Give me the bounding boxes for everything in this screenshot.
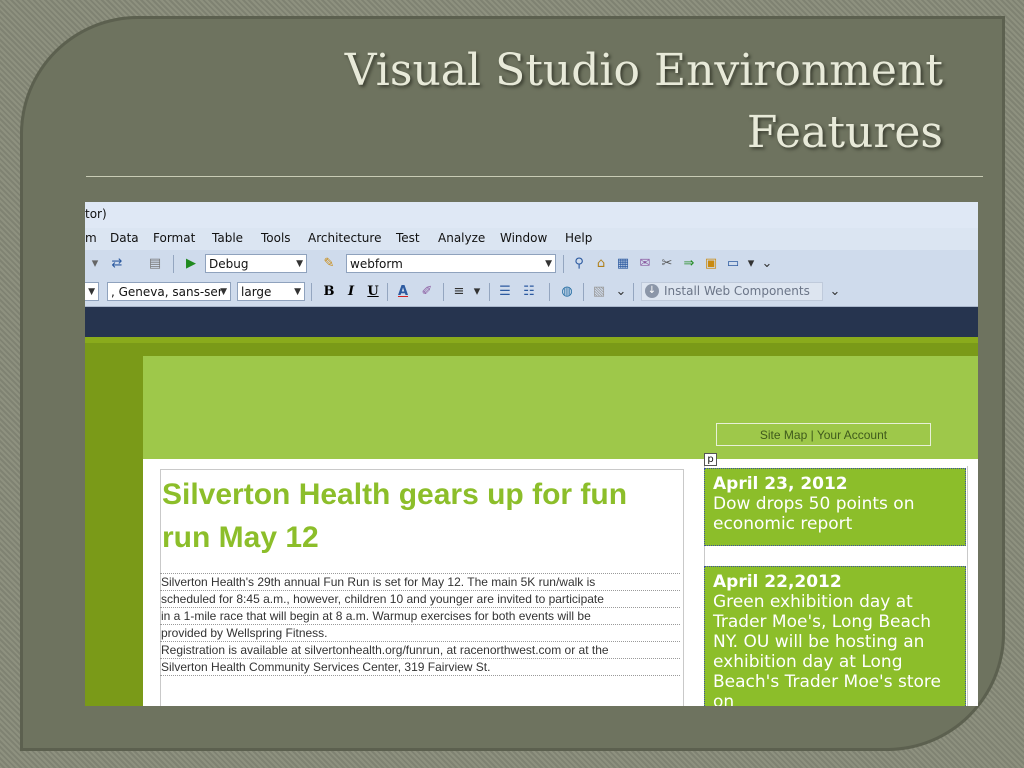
- command-window-icon[interactable]: ▭: [725, 256, 741, 272]
- menu-item-analyze[interactable]: Analyze: [438, 231, 485, 245]
- menu-item-tools[interactable]: Tools: [261, 231, 291, 245]
- overflow-icon[interactable]: ⌄: [613, 284, 629, 300]
- article-body-line: in a 1-mile race that will begin at 8 a.…: [160, 607, 680, 625]
- menu-item-architecture[interactable]: Architecture: [308, 231, 381, 245]
- standard-toolbar: ▾ ⇄ ▤ ▶ Debug ▼ ✎ webform ▼ ⚲ ⌂ ▦ ✉ ✂ ⇒ …: [85, 250, 978, 278]
- page-top-strip: [85, 337, 978, 343]
- toolbar-separator: [443, 283, 444, 301]
- chevron-down-icon: ▼: [294, 287, 301, 297]
- navigate-icon[interactable]: ⇄: [109, 256, 125, 272]
- paragraph-tag-marker[interactable]: p: [704, 453, 717, 466]
- start-debug-icon[interactable]: ▶: [183, 256, 199, 272]
- visual-studio-screenshot: tor) m Data Format Table Tools Architect…: [85, 202, 978, 706]
- font-size-select[interactable]: large ▼: [237, 282, 305, 301]
- team-explorer-icon[interactable]: ⇒: [681, 256, 697, 272]
- project-select[interactable]: webform ▼: [346, 254, 556, 273]
- toolbar-separator: [311, 283, 312, 301]
- news-date: April 22,2012: [713, 572, 842, 592]
- font-family-select[interactable]: , Geneva, sans-ser ▼: [107, 282, 231, 301]
- news-item[interactable]: April 22,2012 Green exhibition day at Tr…: [704, 566, 966, 706]
- menu-item-format[interactable]: Format: [153, 231, 195, 245]
- menu-item-help[interactable]: Help: [565, 231, 592, 245]
- document-tab-bar: [85, 307, 978, 337]
- font-color-icon[interactable]: A: [395, 284, 411, 300]
- article-body-line: provided by Wellspring Fitness.: [160, 624, 680, 642]
- italic-button[interactable]: I: [343, 284, 359, 300]
- server-explorer-icon[interactable]: ▣: [703, 256, 719, 272]
- news-text: Dow drops 50 points on economic report: [713, 494, 915, 534]
- install-web-components-button[interactable]: ↓ Install Web Components: [641, 282, 823, 301]
- slide-panel: Visual Studio Environment Features tor) …: [20, 16, 1005, 751]
- chevron-down-icon: ▼: [220, 287, 227, 297]
- toolbar-separator: [583, 283, 584, 301]
- object-browser-icon[interactable]: ▦: [615, 256, 631, 272]
- article-headline: Silverton Health gears up for fun run Ma…: [162, 478, 628, 554]
- justify-icon[interactable]: ≡: [451, 284, 467, 300]
- folder-icon[interactable]: ✎: [321, 256, 337, 272]
- article-body: Silverton Health's 29th annual Fun Run i…: [160, 573, 680, 676]
- toolbar-separator: [563, 255, 564, 273]
- menu-item-test[interactable]: Test: [396, 231, 420, 245]
- underline-button[interactable]: U: [365, 284, 381, 300]
- slide-title: Visual Studio Environment Features: [143, 40, 943, 164]
- font-size-value: large: [241, 285, 272, 299]
- article-body-line: scheduled for 8:45 a.m., however, childr…: [160, 590, 680, 608]
- overflow-icon[interactable]: ⌄: [827, 284, 843, 300]
- solution-config-select[interactable]: Debug ▼: [205, 254, 307, 273]
- install-web-components-label: Install Web Components: [664, 284, 810, 298]
- chevron-down-icon: ▼: [545, 259, 552, 269]
- article-body-line: Registration is available at silvertonhe…: [160, 641, 680, 659]
- block-format-select[interactable]: ▼: [85, 282, 99, 301]
- news-text: Green exhibition day at Trader Moe's, Lo…: [713, 592, 941, 706]
- menu-item-table[interactable]: Table: [212, 231, 243, 245]
- title-divider: [86, 176, 983, 177]
- menu-item-window[interactable]: Window: [500, 231, 547, 245]
- menu-bar: m Data Format Table Tools Architecture T…: [85, 228, 978, 250]
- menu-item-data[interactable]: Data: [110, 231, 139, 245]
- tools-icon[interactable]: ✂: [659, 256, 675, 272]
- formatting-toolbar: ▼ , Geneva, sans-ser ▼ large ▼ B I U A ✐…: [85, 278, 978, 307]
- dropdown-arrow-icon[interactable]: ▾: [469, 284, 485, 300]
- solution-config-value: Debug: [209, 257, 249, 271]
- chevron-down-icon: ▼: [296, 259, 303, 269]
- article-body-line: Silverton Health's 29th annual Fun Run i…: [160, 573, 680, 591]
- article-body-line: Silverton Health Community Services Cent…: [160, 658, 680, 676]
- chevron-down-icon: ▼: [88, 287, 95, 297]
- toolbar-separator: [489, 283, 490, 301]
- overflow-icon[interactable]: ⌄: [759, 256, 775, 272]
- dropdown-arrow-icon[interactable]: ▾: [743, 256, 759, 272]
- properties-icon[interactable]: ⌂: [593, 256, 609, 272]
- bulleted-list-icon[interactable]: ☰: [497, 284, 513, 300]
- dropdown-arrow-icon[interactable]: ▾: [87, 256, 103, 272]
- window-title: tor): [85, 207, 107, 221]
- toolbar-separator: [549, 283, 550, 301]
- slide-title-line1: Visual Studio Environment: [344, 45, 943, 96]
- copy-icon[interactable]: ▤: [147, 256, 163, 272]
- window-titlebar: tor): [85, 202, 978, 228]
- download-icon: ↓: [645, 284, 659, 298]
- slide-title-line2: Features: [746, 107, 943, 158]
- hyperlink-icon[interactable]: ◍: [559, 284, 575, 300]
- bold-button[interactable]: B: [321, 284, 337, 300]
- font-family-value: , Geneva, sans-ser: [111, 285, 223, 299]
- toolbar-separator: [633, 283, 634, 301]
- find-icon[interactable]: ⚲: [571, 256, 587, 272]
- image-icon[interactable]: ▧: [591, 284, 607, 300]
- toolbox-icon[interactable]: ✉: [637, 256, 653, 272]
- project-value: webform: [350, 257, 403, 271]
- toolbar-separator: [173, 255, 174, 273]
- menu-item-view[interactable]: m: [85, 231, 97, 245]
- highlight-icon[interactable]: ✐: [419, 284, 435, 300]
- toolbar-separator: [387, 283, 388, 301]
- numbered-list-icon[interactable]: ☷: [521, 284, 537, 300]
- news-item[interactable]: April 23, 2012 Dow drops 50 points on ec…: [704, 468, 966, 546]
- sitemap-links[interactable]: Site Map | Your Account: [716, 423, 931, 446]
- news-date: April 23, 2012: [713, 474, 848, 494]
